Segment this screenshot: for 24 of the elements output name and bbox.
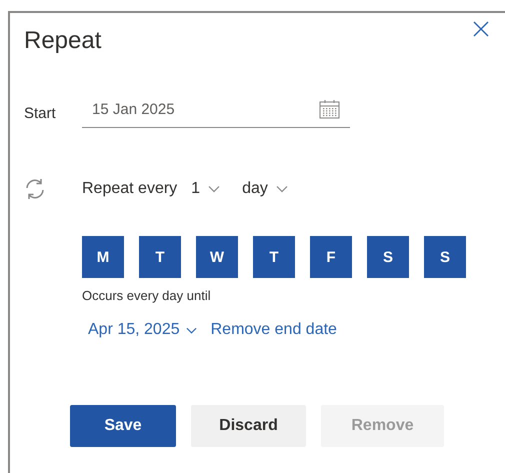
- repeat-label: Repeat every: [82, 180, 178, 198]
- chevron-icon: [186, 326, 197, 334]
- calendar-icon[interactable]: [319, 99, 340, 119]
- chevron-icon: [208, 185, 220, 193]
- unit-dropdown[interactable]: day: [242, 180, 288, 198]
- day-toggle[interactable]: W: [196, 236, 238, 278]
- summary-text: Occurs every day until: [82, 288, 211, 303]
- day-toggle[interactable]: F: [310, 236, 352, 278]
- day-toggle[interactable]: T: [139, 236, 181, 278]
- day-toggle[interactable]: S: [424, 236, 466, 278]
- action-button[interactable]: Discard: [191, 405, 306, 447]
- remove-end-date-link[interactable]: Remove end date: [210, 321, 337, 339]
- start-date-field[interactable]: 15 Jan 2025: [82, 99, 350, 128]
- day-toggle[interactable]: S: [367, 236, 409, 278]
- day-toggle[interactable]: T: [253, 236, 295, 278]
- day-toggle[interactable]: M: [82, 236, 124, 278]
- chevron-icon: [276, 185, 288, 193]
- save-button[interactable]: Save: [70, 405, 176, 447]
- dialog-title: Repeat: [24, 27, 102, 55]
- interval-dropdown[interactable]: 1: [191, 180, 220, 198]
- repeat-icon: [24, 178, 46, 200]
- start-label: Start: [24, 105, 57, 122]
- end-date-dropdown[interactable]: Apr 15, 2025: [88, 321, 197, 339]
- close-icon[interactable]: [473, 21, 489, 37]
